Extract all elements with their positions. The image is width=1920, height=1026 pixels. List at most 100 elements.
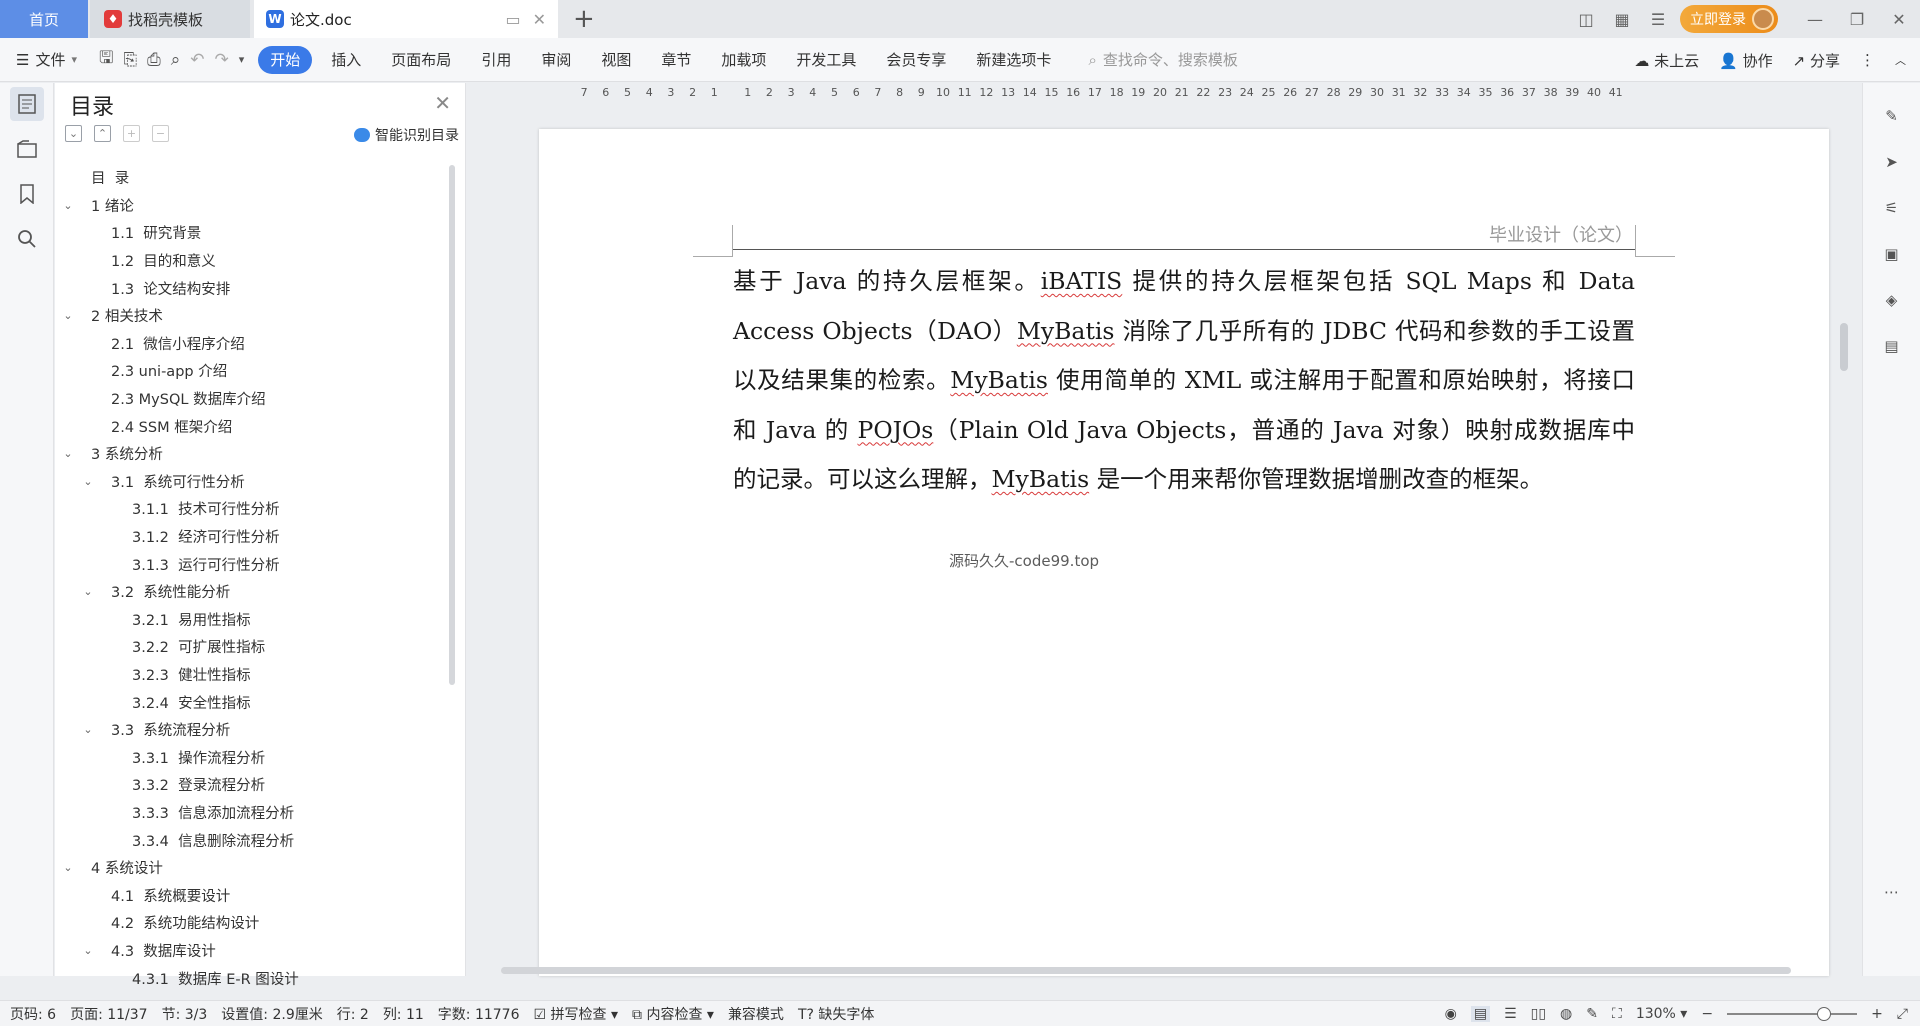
adjust-icon[interactable]: ⚟ [1879,195,1905,221]
toc-item[interactable]: 4.2 系统功能结构设计 [55,909,450,937]
chevron-down-icon[interactable]: ⌄ [81,475,95,488]
ruler[interactable]: 7 6 5 4 3 2 1 1 2 3 4 5 6 7 8 9 10 11 12 13 14 15 16 17 18 19 20 21… [467,83,1853,109]
book-icon[interactable]: ▤ [1879,333,1905,359]
redo-icon[interactable]: ↷ [214,50,228,70]
tab-home[interactable]: 首页 [0,0,88,38]
save-icon[interactable]: 🖫 [99,45,113,74]
collapse-icon[interactable]: ⌃ [94,125,111,142]
toc-item[interactable]: ⌄ 3.1 系统可行性分析 [55,468,450,496]
status-page[interactable]: 页面: 11/37 [70,1004,148,1024]
toc-item[interactable]: 4.3.1 数据库 E-R 图设计 [55,964,450,992]
horizontal-scroll-thumb[interactable] [501,967,1791,974]
undo-icon[interactable]: ↶ [190,50,204,70]
close-tab-icon[interactable]: ✕ [533,10,546,29]
toc-item[interactable]: 3.2.4 安全性指标 [55,688,450,716]
menu-item[interactable]: 新建选项卡 [961,49,1066,70]
page-view-icon[interactable]: ▤ [1470,1006,1491,1022]
remove-heading-icon[interactable]: − [152,125,169,142]
toc-item[interactable]: 3.1.2 经济可行性分析 [55,523,450,551]
toc-item[interactable]: 3.1.1 技术可行性分析 [55,495,450,523]
toc-item[interactable]: 3.2.2 可扩展性指标 [55,633,450,661]
chevron-down-icon[interactable]: ⌄ [61,447,75,460]
menu-item[interactable]: 插入 [316,49,376,70]
toc-item[interactable]: 3.3.4 信息删除流程分析 [55,826,450,854]
login-button[interactable]: 立即登录 [1680,5,1778,33]
chevron-down-icon[interactable]: ⌄ [81,723,95,736]
zoom-slider-knob[interactable] [1817,1007,1832,1021]
cloud-status[interactable]: ☁ 未上云 [1634,50,1699,71]
file-menu[interactable]: ☰ 文件 ▾ [16,49,77,70]
menu-item[interactable]: 页面布局 [376,49,466,70]
bookmark-icon[interactable] [10,177,44,211]
outline-view-icon[interactable]: ☰ [1504,1006,1517,1022]
chevron-down-icon[interactable]: ⌄ [61,861,75,874]
toc-item[interactable]: ⌄ 3.2 系统性能分析 [55,578,450,606]
fullscreen-icon[interactable]: ⤢ [1897,1006,1908,1022]
compass-icon[interactable]: ◈ [1879,287,1905,313]
toc-item[interactable]: 3.1.3 运行可行性分析 [55,550,450,578]
missing-font-button[interactable]: T? 缺失字体 [798,1004,874,1024]
menu-item[interactable]: 会员专享 [871,49,961,70]
menu-item[interactable]: 开发工具 [781,49,871,70]
add-heading-icon[interactable]: + [123,125,140,142]
zoom-slider[interactable] [1727,1007,1858,1021]
document-page[interactable]: 毕业设计（论文） 基于 Java 的持久层框架。iBATIS 提供的持久层框架包… [539,129,1829,976]
search-pane-icon[interactable] [10,222,44,256]
menu-item[interactable]: 加载项 [706,49,781,70]
tab-template[interactable]: ♦ 找稻壳模板 [90,0,250,38]
menu-item[interactable]: 引用 [466,49,526,70]
vertical-scrollbar[interactable] [1835,83,1853,976]
toc-item[interactable]: ⌄ 2 相关技术 [55,302,450,330]
toc-item[interactable]: 3.3.3 信息添加流程分析 [55,799,450,827]
toc-item[interactable]: ⌄ 3.3 系统流程分析 [55,716,450,744]
grid-apps-icon[interactable]: ▦ [1609,8,1635,30]
toc-item[interactable]: 3.3.1 操作流程分析 [55,743,450,771]
toc-item[interactable]: 1.1 研究背景 [55,219,450,247]
fit-page-icon[interactable]: ⛶ [1612,1006,1622,1022]
toc-item[interactable]: 4.1 系统概要设计 [55,881,450,909]
collab-button[interactable]: 👤 协作 [1719,50,1772,71]
close-window-icon[interactable]: ✕ [1878,10,1920,29]
image-tool-icon[interactable]: ▣ [1879,241,1905,267]
share-button[interactable]: ↗ 分享 [1793,50,1840,71]
close-icon[interactable]: ✕ [434,91,451,115]
toc-icon[interactable] [9,87,44,121]
zoom-in-icon[interactable]: + [1871,1006,1883,1022]
toc-item[interactable]: ⌄ 3 系统分析 [55,440,450,468]
toc-item[interactable]: 目 录 [55,164,450,192]
web-view-icon[interactable]: ◍ [1560,1006,1572,1022]
toc-item[interactable]: 2.1 微信小程序介绍 [55,330,450,358]
toc-item[interactable]: 2.3 uni-app 介绍 [55,357,450,385]
menu-item[interactable]: 审阅 [526,49,586,70]
toc-item[interactable]: 3.2.3 健壮性指标 [55,661,450,689]
chevron-down-icon[interactable]: ⌄ [81,944,95,957]
menu-item[interactable]: 视图 [586,49,646,70]
screen-icon[interactable]: ▭ [505,10,520,29]
command-search[interactable]: ⌕ 查找命令、搜索模板 [1088,49,1237,70]
write-view-icon[interactable]: ✎ [1586,1006,1598,1022]
more-quick-icon[interactable]: ▾ [239,53,245,66]
print-icon[interactable]: ⎙ [147,50,161,70]
chevron-down-icon[interactable]: ⌄ [61,199,75,212]
export-pdf-icon[interactable]: ⎘ [123,50,137,70]
menu-icon[interactable]: ☰ [1645,8,1671,30]
toc-item[interactable]: 3.3.2 登录流程分析 [55,771,450,799]
toc-item[interactable]: 1.2 目的和意义 [55,247,450,275]
collapse-ribbon-icon[interactable]: ︿ [1895,52,1906,68]
vertical-scroll-thumb[interactable] [1840,323,1848,371]
restore-icon[interactable]: ❐ [1836,10,1878,29]
nav-pane-icon[interactable] [10,132,44,166]
status-word-count[interactable]: 字数: 11776 [438,1004,520,1024]
toc-item[interactable]: ⌄ 4.3 数据库设计 [55,937,450,965]
toc-item[interactable]: 3.2.1 易用性指标 [55,606,450,634]
toc-item[interactable]: ⌄ 4 系统设计 [55,854,450,882]
edit-pen-icon[interactable]: ✎ [1879,103,1905,129]
body-paragraph[interactable]: 基于 Java 的持久层框架。iBATIS 提供的持久层框架包括 SQL Map… [733,257,1635,505]
horizontal-scrollbar[interactable] [487,965,1837,975]
pointer-icon[interactable]: ➤ [1879,149,1905,175]
eye-protect-icon[interactable]: ◉ [1445,1006,1457,1022]
content-check-button[interactable]: ⧉ 内容检查 ▾ [632,1004,714,1024]
expand-icon[interactable]: ⌄ [65,125,82,142]
zoom-out-icon[interactable]: − [1701,1006,1713,1022]
new-tab-plus-icon[interactable]: + [573,4,595,34]
